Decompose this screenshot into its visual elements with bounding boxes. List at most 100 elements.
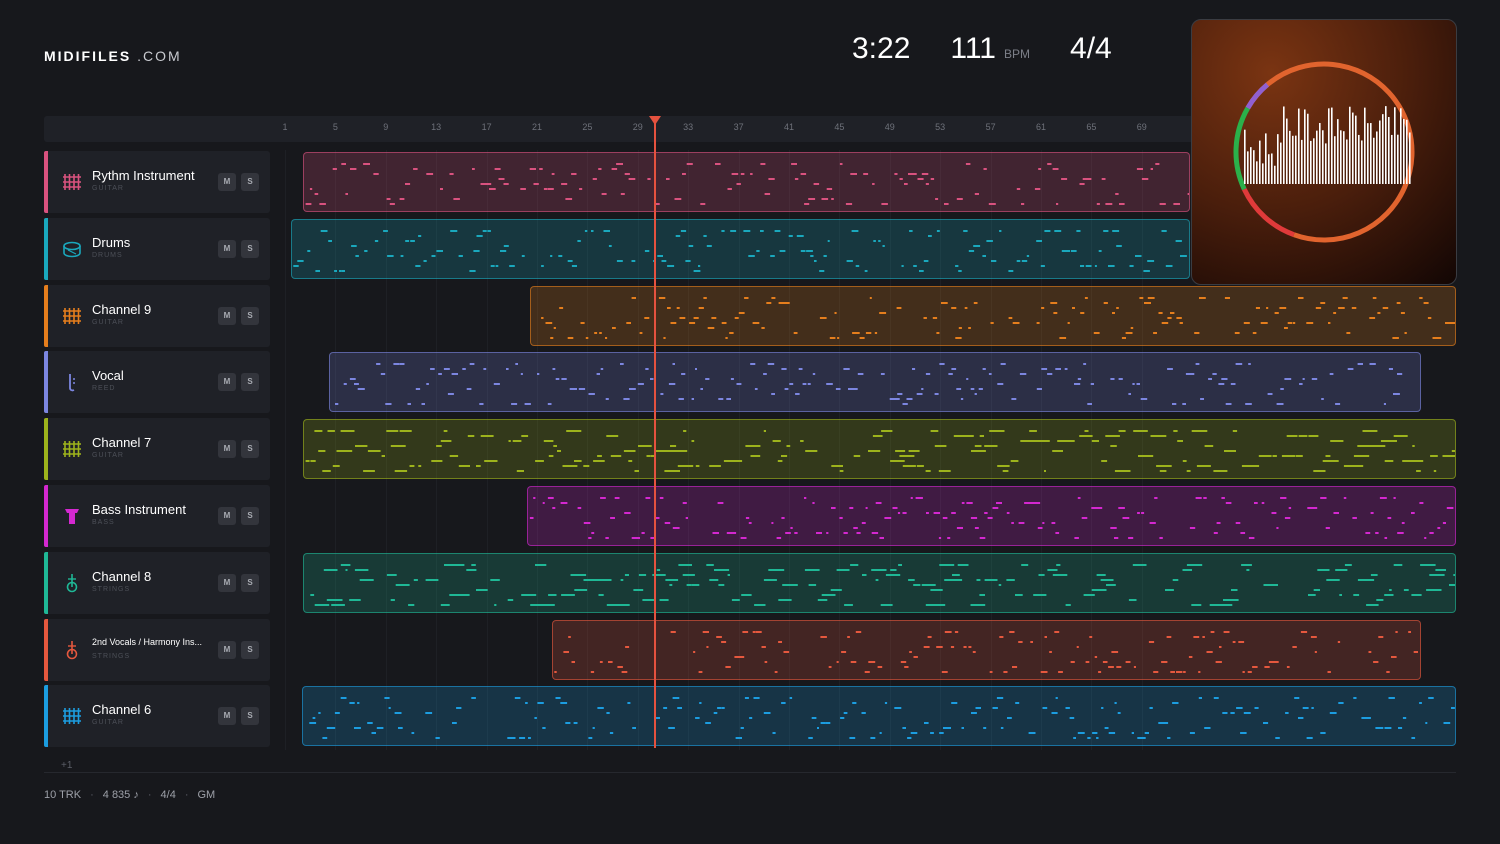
track-header-channel-8[interactable]: Channel 8 STRINGS M S [44, 551, 270, 614]
solo-button[interactable]: S [241, 707, 259, 726]
ruler-tick: 61 [1035, 122, 1047, 132]
mute-button[interactable]: M [218, 373, 236, 392]
midi-clip-drums[interactable] [291, 218, 1190, 279]
note-pattern [310, 563, 1455, 606]
note-pattern [541, 296, 1455, 339]
track-header-drums[interactable]: Drums DRUMS M S [44, 217, 270, 280]
midi-clip-channel-7[interactable] [303, 419, 1456, 480]
track-instrument-type: GUITAR [92, 719, 124, 727]
bar-gridline [285, 150, 286, 750]
ruler-tick: 65 [1086, 122, 1097, 132]
guitar-grid-icon [63, 174, 81, 190]
solo-button[interactable]: S [241, 440, 259, 459]
midi-clip-rythm-instrument[interactable] [303, 152, 1190, 212]
playhead-handle[interactable] [649, 116, 661, 125]
track-instrument-type: BASS [92, 519, 115, 526]
strings-icon [66, 640, 78, 659]
track-color-bar [44, 485, 48, 547]
tempo-value: 111 [950, 32, 996, 65]
guitar-grid-icon [63, 708, 81, 725]
solo-button[interactable]: S [241, 640, 259, 659]
solo-button[interactable]: S [241, 173, 259, 191]
track-header-rythm-instrument[interactable]: Rythm Instrument GUITAR M S [44, 151, 270, 213]
note-pattern [309, 697, 1455, 740]
mute-button[interactable]: M [218, 440, 236, 459]
mute-button[interactable]: M [218, 239, 236, 258]
album-art-visual [1233, 61, 1415, 243]
midi-clip-vocal[interactable] [329, 352, 1421, 413]
note-pattern [529, 497, 1454, 539]
drum-icon [63, 241, 81, 258]
track-header-channel-9[interactable]: Channel 9 GUITAR M S [44, 284, 270, 347]
solo-button[interactable]: S [241, 507, 259, 525]
more-tracks-indicator[interactable]: +1 [61, 760, 72, 771]
mute-button[interactable]: M [218, 640, 236, 659]
mute-button[interactable]: M [218, 507, 236, 525]
tempo-unit: BPM [1004, 47, 1031, 61]
solo-button[interactable]: S [241, 573, 259, 592]
note-pattern [554, 630, 1418, 673]
midi-clip-2nd-vocals-harmony-ins[interactable] [552, 619, 1421, 680]
midi-clip-channel-6[interactable] [302, 686, 1456, 747]
ruler-tick: 45 [834, 122, 845, 132]
mute-button[interactable]: M [218, 707, 236, 726]
track-name: Channel 6 [92, 702, 152, 718]
track-name: Drums [92, 234, 131, 250]
strings-icon [66, 573, 78, 593]
footer-divider [44, 772, 1456, 773]
reed-icon [69, 374, 75, 392]
ruler-tick: 37 [733, 122, 744, 132]
track-color-bar [44, 284, 48, 347]
track-color-bar [44, 351, 48, 414]
track-name: Channel 7 [92, 435, 152, 451]
track-instrument-type: DRUMS [92, 251, 123, 259]
mute-button[interactable]: M [218, 306, 236, 325]
track-count: 10 TRK [44, 789, 82, 801]
mute-button[interactable]: M [218, 173, 236, 191]
ruler-tick: 1 [282, 122, 288, 132]
track-instrument-type: GUITAR [92, 452, 124, 460]
track-header-channel-6[interactable]: Channel 6 GUITAR M S [44, 685, 270, 748]
note-pattern [293, 229, 1187, 272]
album-art [1191, 19, 1457, 285]
ruler-tick: 9 [383, 122, 389, 132]
ruler-tick: 17 [481, 122, 492, 132]
track-name: Channel 9 [92, 301, 152, 317]
time-signature: 4/4 [1070, 32, 1112, 65]
track-name: Vocal [92, 368, 124, 384]
footer-signature: 4/4 [160, 789, 176, 801]
track-instrument-type: STRINGS [92, 652, 131, 660]
note-pattern [335, 363, 1403, 406]
track-name: Channel 8 [92, 568, 152, 584]
midi-clip-channel-9[interactable] [530, 285, 1456, 346]
ruler-tick: 33 [683, 122, 694, 132]
track-instrument-type: GUITAR [92, 318, 124, 326]
guitar-grid-icon [63, 307, 81, 324]
track-color-bar [44, 418, 48, 481]
solo-button[interactable]: S [241, 239, 259, 258]
ruler-tick: 13 [431, 122, 442, 132]
track-instrument-type: GUITAR [92, 185, 124, 192]
track-header-channel-7[interactable]: Channel 7 GUITAR M S [44, 418, 270, 481]
brand-logo: MIDIFILES .COM [44, 48, 182, 64]
ruler-tick: 41 [783, 122, 795, 132]
midi-clip-bass-instrument[interactable] [527, 486, 1456, 546]
solo-button[interactable]: S [241, 306, 259, 325]
track-instrument-type: STRINGS [92, 585, 131, 593]
ruler-tick: 5 [332, 122, 338, 132]
track-header-bass-instrument[interactable]: Bass Instrument BASS M S [44, 485, 270, 547]
track-color-bar [44, 551, 48, 614]
ruler-tick: 57 [985, 122, 996, 132]
mute-button[interactable]: M [218, 573, 236, 592]
solo-button[interactable]: S [241, 373, 259, 392]
playhead[interactable] [654, 116, 656, 748]
track-header-2nd-vocals-harmony-ins[interactable]: 2nd Vocals / Harmony Ins... STRINGS M S [44, 618, 270, 681]
ruler-tick: 53 [935, 122, 946, 132]
note-pattern [305, 430, 1455, 473]
midi-clip-channel-8[interactable] [303, 552, 1456, 613]
track-name: Bass Instrument [92, 502, 186, 517]
transport-stats: 3:22 111 BPM 4/4 [852, 32, 1112, 66]
track-header-vocal[interactable]: Vocal REED M S [44, 351, 270, 414]
track-name: 2nd Vocals / Harmony Ins... [92, 636, 203, 647]
note-pattern [305, 163, 1189, 205]
